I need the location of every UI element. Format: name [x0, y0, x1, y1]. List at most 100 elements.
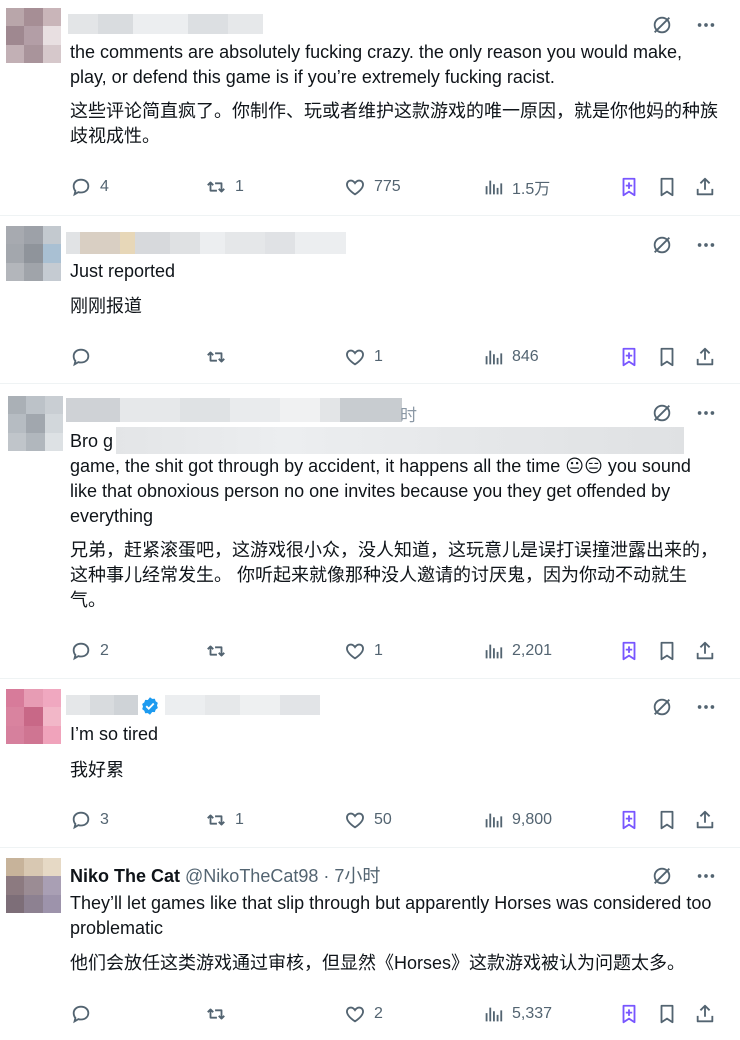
grok-icon[interactable]	[650, 13, 674, 37]
views-icon	[482, 809, 504, 831]
tweet[interactable]: I’m so tired 我好累 3 1 50 9,800	[0, 679, 740, 848]
tweet-translation: 兄弟，赶紧滚蛋吧，这游戏很小众，没人知道，这玩意儿是误打误撞泄露出来的，这种事儿…	[70, 540, 718, 610]
bookmark-extension-button[interactable]	[618, 344, 640, 370]
repost-button[interactable]: 1	[205, 807, 244, 833]
reply-button[interactable]: 4	[70, 174, 109, 200]
more-icon[interactable]	[694, 13, 718, 37]
repost-count: 1	[235, 178, 244, 195]
bookmark-extension-button[interactable]	[618, 638, 640, 664]
share-button[interactable]	[694, 174, 716, 200]
like-button[interactable]: 2	[344, 1001, 383, 1027]
tweet-text: game, the shit got through by accident, …	[70, 456, 691, 526]
views-count: 5,337	[512, 1005, 553, 1022]
bookmark-extension-icon	[618, 640, 640, 662]
tweet-time: 时	[400, 406, 417, 425]
views-icon	[482, 640, 504, 662]
bookmark-button[interactable]	[656, 344, 678, 370]
more-icon[interactable]	[694, 401, 718, 425]
repost-button[interactable]	[205, 1001, 235, 1027]
share-icon	[694, 1003, 716, 1025]
grok-icon[interactable]	[650, 401, 674, 425]
like-count: 1	[374, 348, 383, 365]
tweet-translation: 我好累	[70, 760, 124, 780]
avatar[interactable]	[6, 226, 61, 281]
reply-icon	[70, 1003, 92, 1025]
tweet-time[interactable]: · 7小时	[323, 866, 380, 886]
redacted-username	[68, 14, 263, 34]
tweet[interactable]: 时 Bro g game, the shit got through by ac…	[0, 384, 740, 679]
bookmark-icon	[656, 1003, 678, 1025]
reply-button[interactable]: 2	[70, 638, 109, 664]
tweet-text: the comments are absolutely fucking craz…	[70, 42, 682, 87]
share-button[interactable]	[694, 1001, 716, 1027]
share-button[interactable]	[694, 344, 716, 370]
more-icon[interactable]	[694, 233, 718, 257]
reply-count: 2	[100, 642, 109, 659]
views-button[interactable]: 2,201	[482, 638, 552, 664]
avatar[interactable]	[6, 8, 61, 63]
bookmark-extension-button[interactable]	[618, 174, 640, 200]
views-button[interactable]: 1.5万	[482, 174, 550, 200]
share-button[interactable]	[694, 807, 716, 833]
tweet-translation: 他们会放任这类游戏通过审核，但显然《Horses》这款游戏被认为问题太多。	[70, 953, 686, 973]
repost-icon	[205, 640, 227, 662]
grok-icon[interactable]	[650, 233, 674, 257]
tweet-text: I’m so tired	[70, 724, 159, 744]
tweet-text: They’ll let games like that slip through…	[70, 893, 712, 938]
repost-icon	[205, 176, 227, 198]
redacted-username	[66, 398, 402, 422]
bookmark-button[interactable]	[656, 1001, 678, 1027]
bookmark-extension-icon	[618, 176, 640, 198]
like-count: 2	[374, 1005, 383, 1022]
reply-icon	[70, 176, 92, 198]
views-icon	[482, 1003, 504, 1025]
like-icon	[344, 176, 366, 198]
repost-button[interactable]	[205, 344, 235, 370]
grok-icon[interactable]	[650, 864, 674, 888]
reply-icon	[70, 640, 92, 662]
like-button[interactable]: 775	[344, 174, 401, 200]
like-icon	[344, 1003, 366, 1025]
redacted-username	[66, 232, 346, 254]
share-button[interactable]	[694, 638, 716, 664]
more-icon[interactable]	[694, 695, 718, 719]
bookmark-icon	[656, 346, 678, 368]
like-count: 1	[374, 642, 383, 659]
bookmark-extension-button[interactable]	[618, 1001, 640, 1027]
views-button[interactable]: 846	[482, 344, 539, 370]
like-count: 775	[374, 178, 401, 195]
views-count: 1.5万	[512, 181, 551, 198]
redacted-handle	[165, 695, 320, 715]
repost-button[interactable]	[205, 638, 235, 664]
grok-icon[interactable]	[650, 695, 674, 719]
avatar[interactable]	[6, 689, 61, 744]
share-icon	[694, 640, 716, 662]
views-count: 846	[512, 348, 539, 365]
share-icon	[694, 809, 716, 831]
user-handle[interactable]: @NikoTheCat98	[185, 866, 318, 886]
bookmark-button[interactable]	[656, 638, 678, 664]
like-button[interactable]: 50	[344, 807, 392, 833]
like-button[interactable]: 1	[344, 344, 383, 370]
bookmark-button[interactable]	[656, 807, 678, 833]
reply-icon	[70, 809, 92, 831]
reply-icon	[70, 346, 92, 368]
repost-icon	[205, 1003, 227, 1025]
bookmark-extension-button[interactable]	[618, 807, 640, 833]
reply-button[interactable]	[70, 344, 100, 370]
tweet[interactable]: the comments are absolutely fucking craz…	[0, 0, 740, 216]
tweet[interactable]: Niko The Cat @NikoTheCat98 · 7小时 They’ll…	[0, 848, 740, 1040]
like-count: 50	[374, 811, 392, 828]
reply-button[interactable]: 3	[70, 807, 109, 833]
like-button[interactable]: 1	[344, 638, 383, 664]
bookmark-button[interactable]	[656, 174, 678, 200]
reply-button[interactable]	[70, 1001, 100, 1027]
more-icon[interactable]	[694, 864, 718, 888]
views-button[interactable]: 9,800	[482, 807, 552, 833]
display-name[interactable]: Niko The Cat	[70, 866, 180, 886]
avatar[interactable]	[6, 858, 61, 913]
views-button[interactable]: 5,337	[482, 1001, 552, 1027]
repost-button[interactable]: 1	[205, 174, 244, 200]
avatar[interactable]	[8, 396, 63, 451]
tweet[interactable]: Just reported 刚刚报道 1 846	[0, 216, 740, 384]
